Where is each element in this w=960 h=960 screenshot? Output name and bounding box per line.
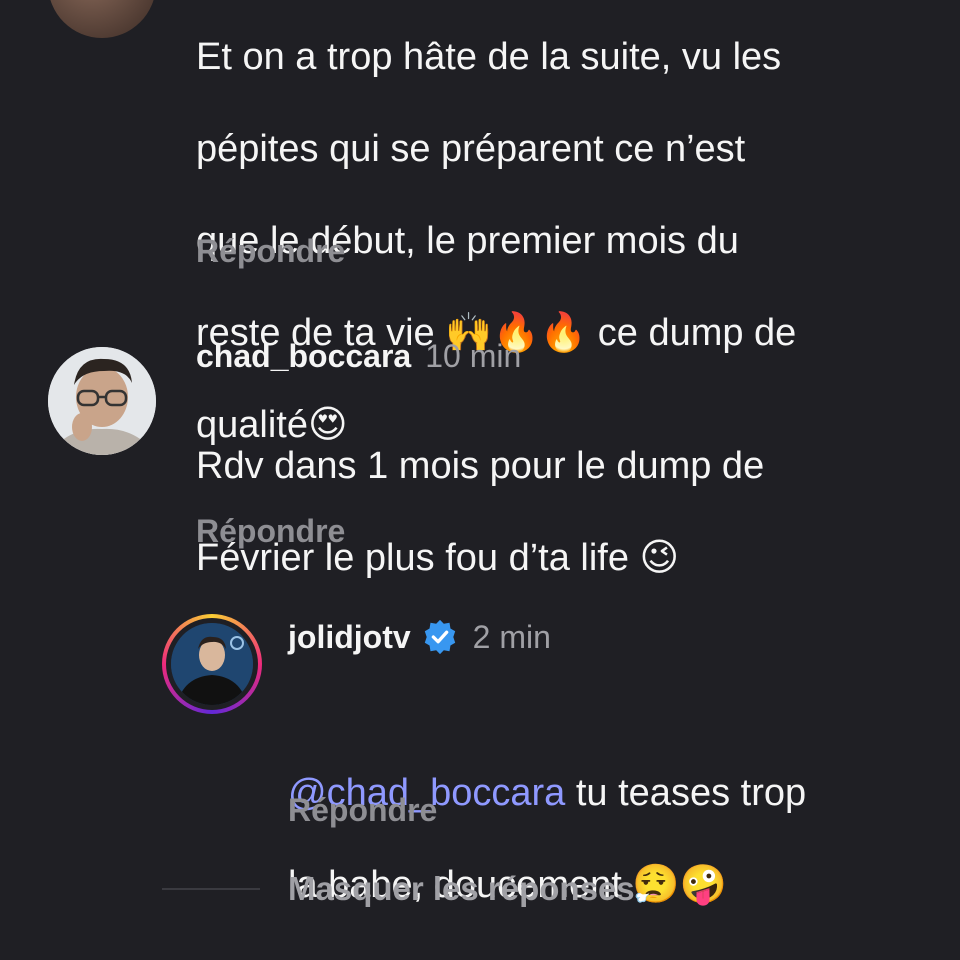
username[interactable]: chad_boccara (196, 338, 411, 375)
timestamp: 2 min (472, 618, 551, 655)
avatar[interactable] (48, 347, 156, 455)
timestamp: 10 min (425, 338, 522, 374)
comment-text-line: Rdv dans 1 mois pour le dump de (196, 445, 765, 487)
avatar[interactable] (48, 0, 156, 38)
username[interactable]: jolidjotv (288, 619, 411, 656)
comment-text-line: Et on a trop hâte de la suite, vu les (196, 36, 782, 78)
avatar-image (171, 623, 253, 705)
avatar (171, 623, 253, 705)
comment-text: Rdv dans 1 mois pour le dump de Février … (196, 397, 916, 627)
avatar-image (48, 347, 156, 455)
reply-button[interactable]: Répondre (196, 513, 345, 550)
reply-button[interactable]: Répondre (196, 233, 345, 270)
verified-badge-icon (421, 618, 459, 656)
comment-header: chad_boccara 10 min (196, 338, 916, 375)
hide-replies-row[interactable]: Masquer les réponses (162, 870, 635, 908)
comment: chad_boccara 10 min Rdv dans 1 mois pour… (196, 338, 916, 627)
hide-replies-button[interactable]: Masquer les réponses (288, 870, 635, 908)
comment-header: jolidjotv 2 min (288, 618, 928, 656)
comment-text-fragment: tu teases trop (565, 772, 807, 814)
divider (162, 888, 260, 890)
comment-text-line: pépites qui se préparent ce n’est (196, 128, 746, 170)
story-ring[interactable] (162, 614, 262, 714)
reply-button[interactable]: Répondre (288, 792, 437, 829)
